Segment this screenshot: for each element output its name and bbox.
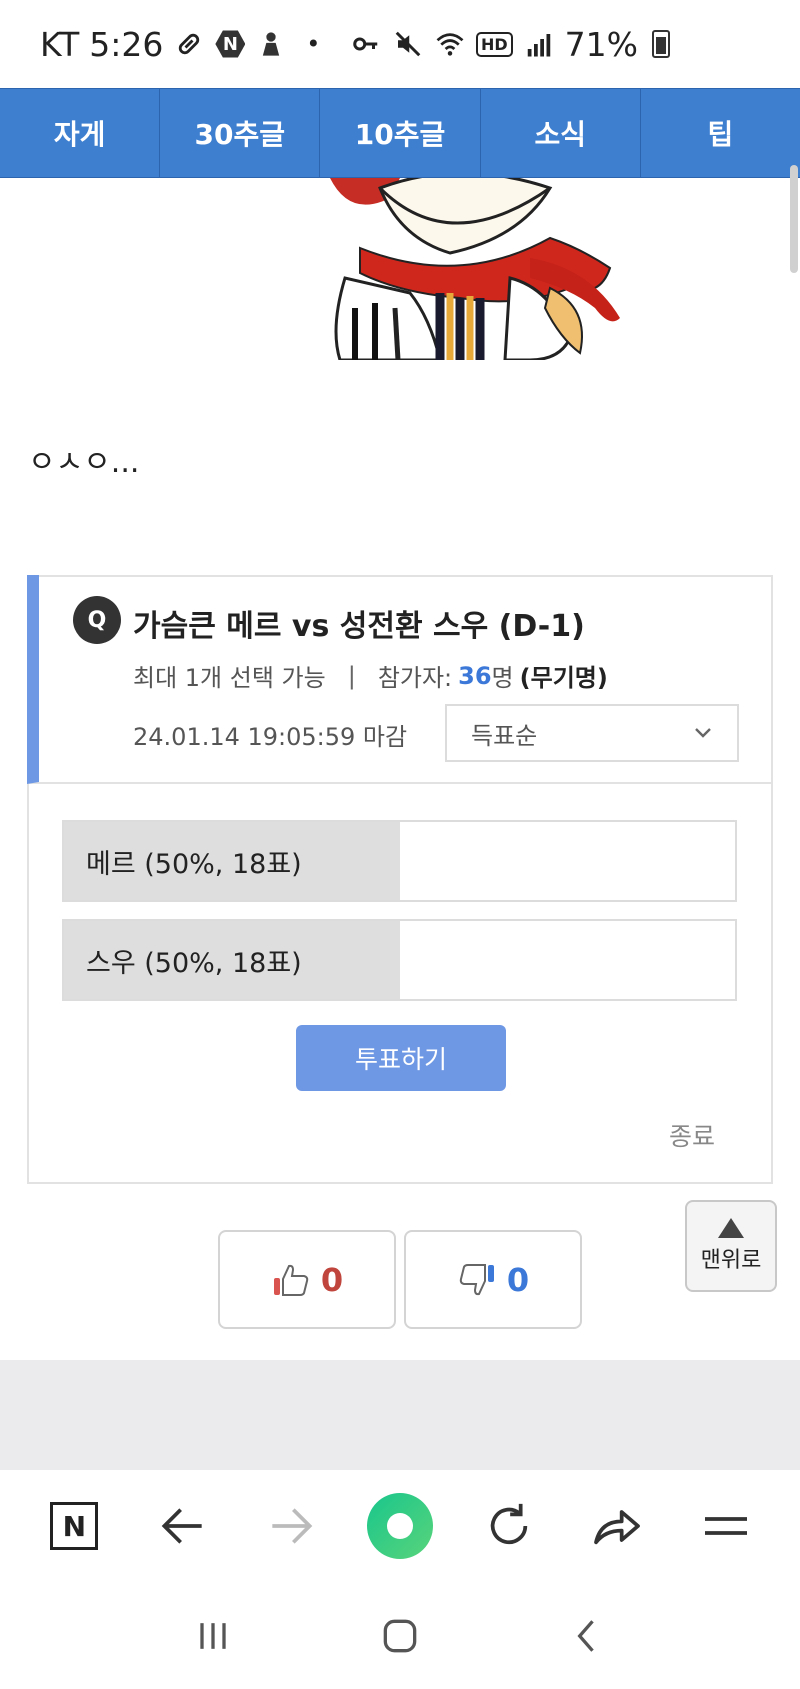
vote-button[interactable]: 투표하기 — [296, 1025, 506, 1091]
chevron-down-icon — [695, 728, 711, 738]
system-navigation-bar — [0, 1582, 800, 1689]
arrow-up-icon — [718, 1218, 744, 1238]
home-square-icon — [383, 1619, 417, 1652]
poll-option-1[interactable]: 메르 (50%, 18표) — [62, 820, 737, 902]
refresh-icon — [490, 1503, 527, 1545]
mute-icon — [392, 28, 424, 60]
tab-10-recommend[interactable]: 10추글 — [320, 89, 481, 177]
battery-icon — [652, 30, 670, 58]
chevron-left-icon — [577, 1619, 594, 1652]
tab-tips[interactable]: 팁 — [641, 89, 800, 177]
refresh-button[interactable] — [474, 1491, 544, 1561]
carrier-label: KT — [40, 24, 80, 64]
thumbs-down-icon — [459, 1263, 494, 1295]
participants-count: 36 — [458, 661, 492, 690]
poll-title: 가슴큰 메르 vs 성전환 스우 (D-1) — [133, 609, 585, 644]
meta-separator: | — [347, 661, 356, 690]
scroll-to-top-button[interactable]: 맨위로 — [685, 1200, 777, 1292]
option-1-label: 메르 (50%, 18표) — [86, 848, 302, 880]
battery-percent: 71% — [564, 24, 638, 64]
arrow-left-icon — [161, 1508, 202, 1544]
wifi-icon — [434, 28, 466, 60]
status-bar: KT 5:26 N • HD 71% — [0, 0, 800, 88]
recent-apps-button[interactable] — [183, 1606, 243, 1666]
clock: 5:26 — [89, 24, 164, 64]
dislike-button[interactable]: 0 — [404, 1230, 582, 1329]
tab-30-recommend[interactable]: 30추글 — [160, 89, 321, 177]
browser-toolbar: N — [0, 1470, 800, 1582]
poll-meta: 최대 1개 선택 가능 | 참가자: 36 명 (무기명) — [133, 658, 608, 693]
system-back-button[interactable] — [557, 1606, 617, 1666]
anonymous-label: (무기명) — [519, 664, 608, 692]
like-button[interactable]: 0 — [218, 1230, 396, 1329]
naver-notification-icon: N — [215, 30, 246, 58]
more-dot-icon: • — [306, 30, 321, 58]
status-left: KT 5:26 N • — [40, 25, 329, 64]
sort-dropdown[interactable]: 득표순 — [445, 704, 739, 762]
participants-unit: 명 — [491, 664, 514, 692]
poll-option-2[interactable]: 스우 (50%, 18표) — [62, 919, 737, 1001]
naver-home-button[interactable]: N — [39, 1491, 109, 1561]
post-image — [320, 178, 622, 360]
max-select-label: 최대 1개 선택 가능 — [133, 664, 326, 692]
signal-icon — [523, 28, 555, 60]
dislike-count: 0 — [506, 1260, 530, 1299]
pill-icon — [173, 28, 205, 60]
tab-news[interactable]: 소식 — [481, 89, 641, 177]
menu-button[interactable] — [691, 1491, 761, 1561]
forward-button[interactable] — [256, 1491, 326, 1561]
poll-header: Q 가슴큰 메르 vs 성전환 스우 (D-1) 최대 1개 선택 가능 | 참… — [27, 575, 771, 784]
game-character-icon — [255, 28, 287, 60]
poll-box: Q 가슴큰 메르 vs 성전환 스우 (D-1) 최대 1개 선택 가능 | 참… — [27, 575, 773, 1184]
hd-badge: HD — [475, 31, 513, 57]
key-icon — [350, 28, 382, 60]
sort-selected-value: 득표순 — [471, 721, 538, 750]
poll-ended-label: 종료 — [668, 1122, 715, 1151]
green-home-button[interactable] — [365, 1491, 435, 1561]
post-body-text: ㅇㅅㅇ... — [28, 445, 140, 480]
option-2-label: 스우 (50%, 18표) — [86, 947, 302, 979]
share-button[interactable] — [582, 1491, 652, 1561]
participants-label: 참가자: — [377, 664, 453, 692]
green-circle-icon — [366, 1493, 433, 1559]
category-tabs: 자게 30추글 10추글 소식 팁 — [0, 88, 800, 178]
tab-free-board[interactable]: 자게 — [0, 89, 161, 177]
thumbs-up-icon — [273, 1264, 309, 1296]
arrow-right-icon — [272, 1508, 313, 1544]
naver-logo-icon: N — [50, 1502, 99, 1550]
page-scrollbar[interactable] — [790, 165, 798, 273]
system-home-button[interactable] — [370, 1606, 430, 1666]
status-right: HD 71% — [350, 25, 670, 64]
poll-deadline: 24.01.14 19:05:59 마감 — [133, 723, 408, 751]
footer-band — [0, 1360, 800, 1470]
back-button[interactable] — [148, 1491, 218, 1561]
question-badge: Q — [73, 596, 121, 644]
scroll-to-top-label: 맨위로 — [700, 1248, 762, 1273]
hamburger-menu-icon — [704, 1517, 747, 1535]
recent-apps-icon — [200, 1622, 226, 1649]
share-arrow-icon — [594, 1510, 640, 1545]
like-count: 0 — [320, 1260, 344, 1299]
